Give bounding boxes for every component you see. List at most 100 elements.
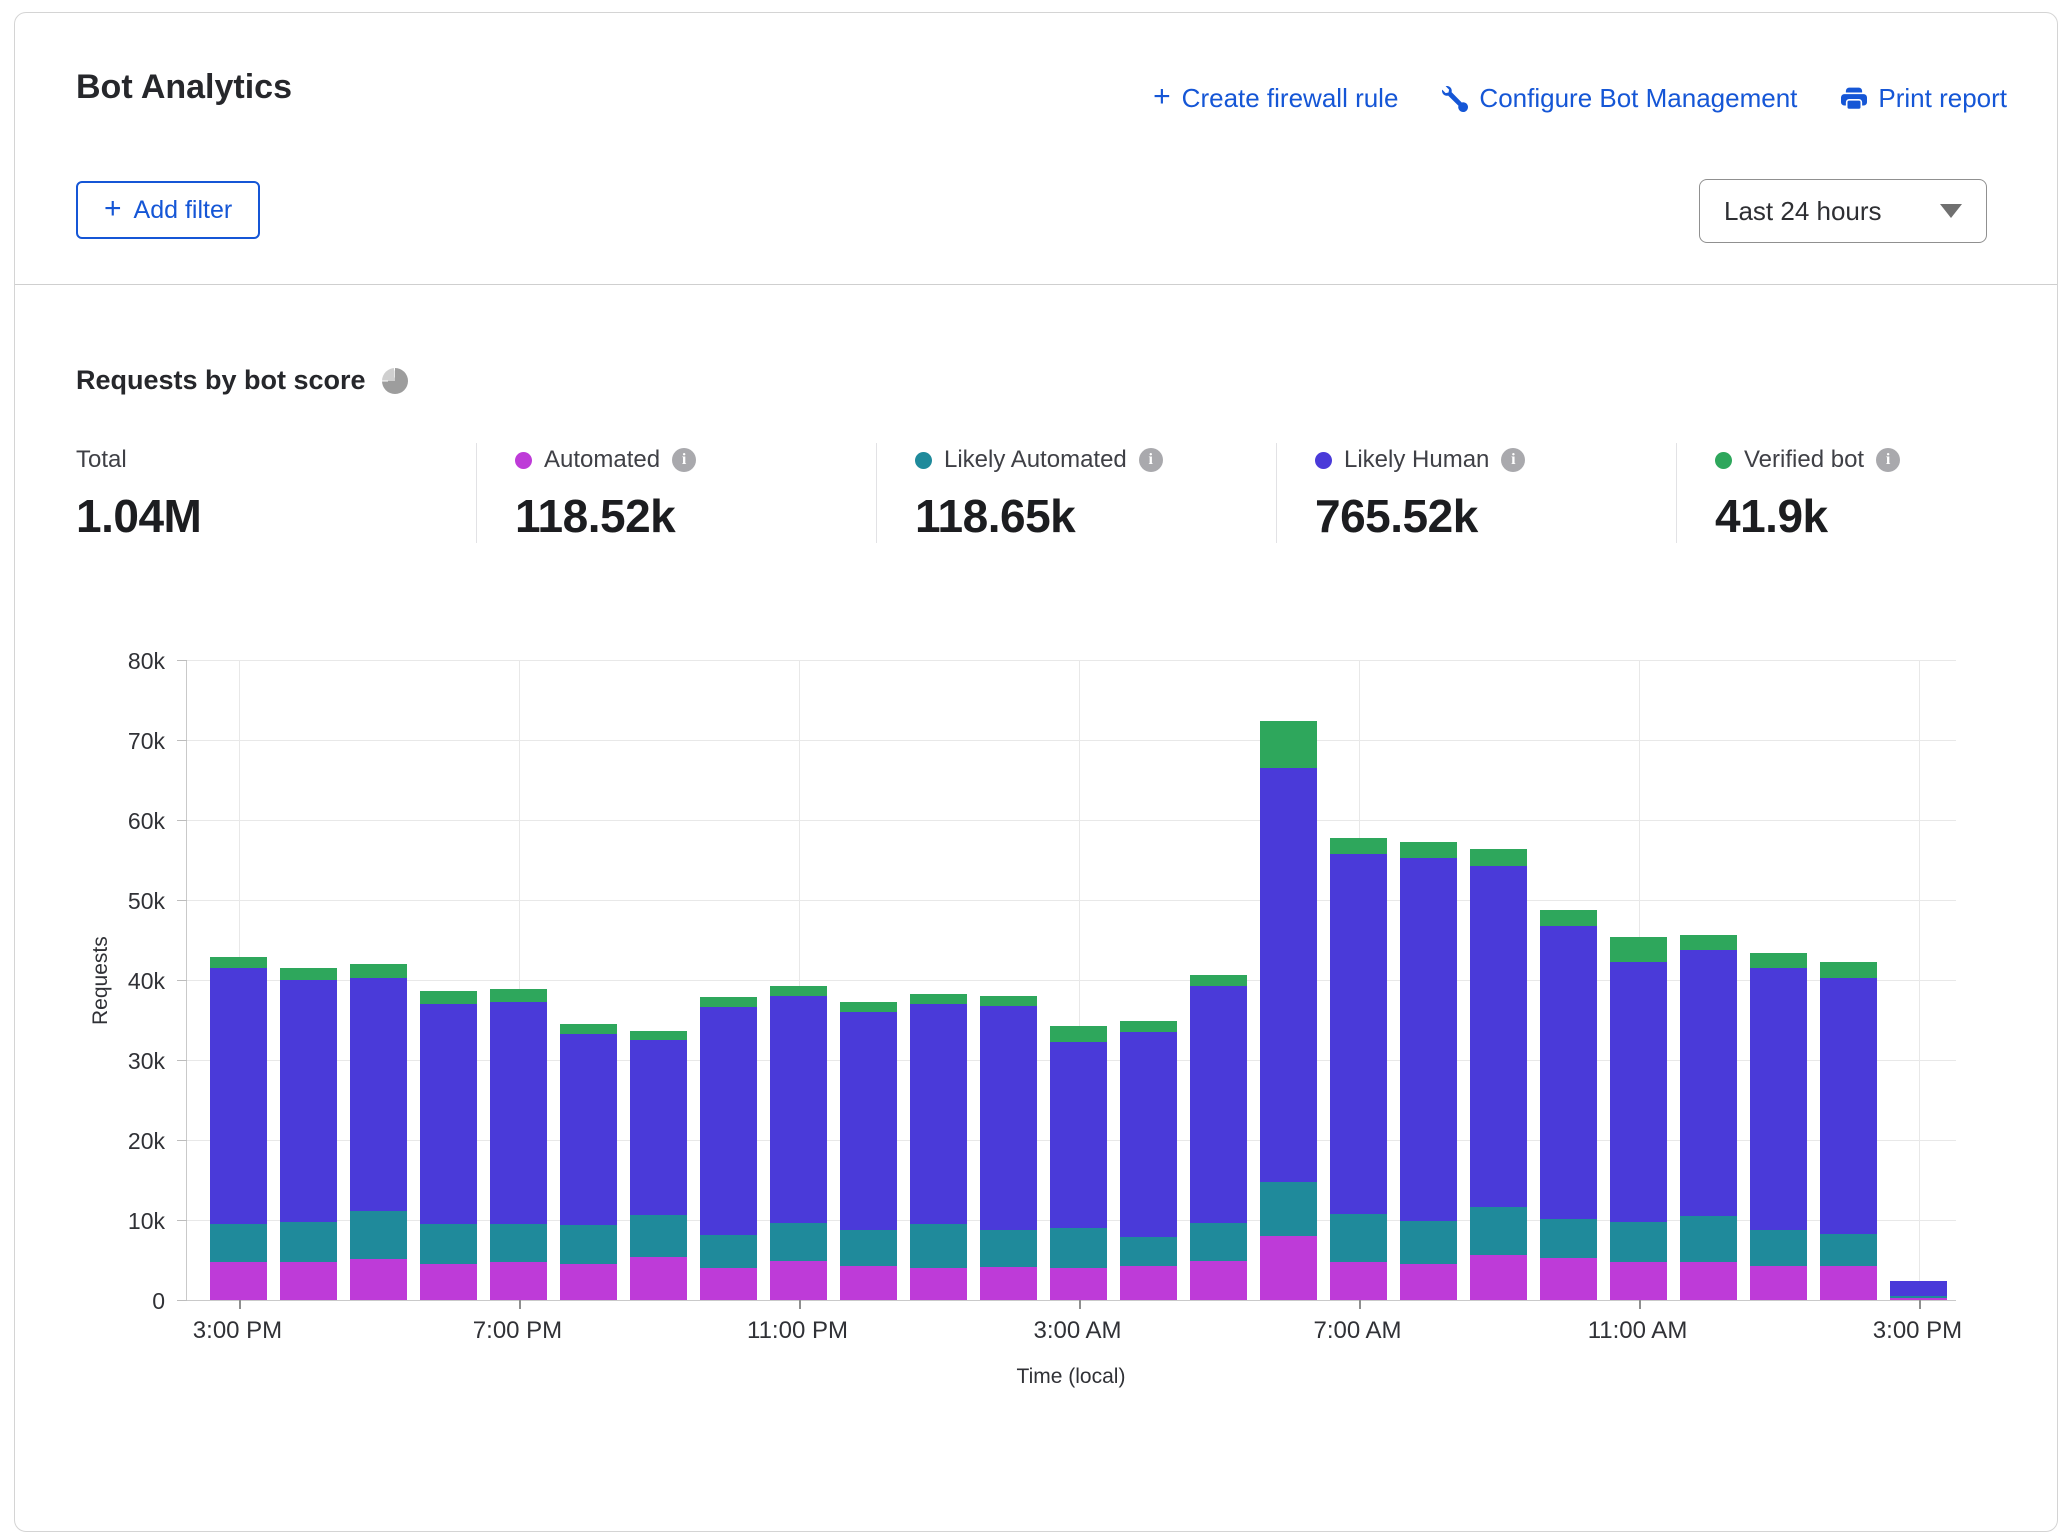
bar-segment-likely-automated [700, 1235, 757, 1269]
stat-automated: Automated i 118.52k [476, 443, 876, 543]
bar-segment-likely-automated [770, 1223, 827, 1261]
bar [910, 994, 967, 1300]
bar-segment-likely-human [1330, 854, 1387, 1214]
bar [980, 996, 1037, 1300]
y-tick [177, 660, 187, 661]
bar-segment-automated [280, 1262, 337, 1300]
bar-segment-likely-automated [910, 1224, 967, 1268]
y-gridline [187, 820, 1956, 821]
stat-verified-bot: Verified bot i 41.9k [1676, 443, 2070, 543]
bar [1190, 975, 1247, 1300]
bar-segment-verified-bot [1610, 937, 1667, 962]
stat-label: Verified bot [1744, 446, 1864, 474]
add-filter-label: Add filter [134, 196, 233, 225]
print-report-link[interactable]: Print report [1841, 83, 2007, 114]
x-axis-tick-label: 7:00 AM [1268, 1317, 1448, 1345]
plot-area [186, 661, 1956, 1301]
info-icon[interactable]: i [1139, 448, 1163, 472]
print-report-label: Print report [1878, 83, 2007, 114]
bar [1540, 910, 1597, 1300]
bar-segment-automated [210, 1262, 267, 1300]
bar [210, 957, 267, 1300]
y-tick [177, 1140, 187, 1141]
x-tick [1919, 1300, 1921, 1309]
bar [490, 989, 547, 1300]
info-icon[interactable]: i [1501, 448, 1525, 472]
likely-human-dot-icon [1315, 452, 1332, 469]
bar-segment-likely-automated [980, 1230, 1037, 1268]
bar-segment-automated [910, 1268, 967, 1300]
bar [840, 1002, 897, 1300]
bar-segment-likely-human [1680, 950, 1737, 1216]
bar-segment-verified-bot [280, 968, 337, 980]
likely-automated-dot-icon [915, 452, 932, 469]
bar-segment-likely-human [1470, 866, 1527, 1208]
create-firewall-rule-label: Create firewall rule [1182, 83, 1399, 114]
bot-analytics-card: Bot Analytics + Create firewall rule Con… [14, 12, 2058, 1532]
bar-segment-verified-bot [1400, 842, 1457, 859]
header-actions: + Create firewall rule Configure Bot Man… [1153, 83, 2007, 114]
bar-segment-likely-automated [1050, 1228, 1107, 1268]
bar-segment-likely-human [490, 1002, 547, 1224]
bar-segment-automated [350, 1259, 407, 1300]
configure-bot-management-link[interactable]: Configure Bot Management [1442, 83, 1797, 114]
bar-segment-likely-automated [1260, 1182, 1317, 1236]
bar-segment-likely-human [1260, 768, 1317, 1182]
bar-segment-likely-human [1890, 1281, 1947, 1296]
bar-segment-verified-bot [350, 964, 407, 978]
y-tick [177, 1300, 187, 1301]
bar-segment-likely-automated [1820, 1234, 1877, 1266]
wrench-icon [1442, 86, 1468, 112]
x-axis-tick-label: 11:00 PM [708, 1317, 888, 1345]
bar-segment-likely-human [280, 980, 337, 1222]
add-filter-button[interactable]: + Add filter [76, 181, 260, 239]
stat-label: Automated [544, 446, 660, 474]
bar [700, 997, 757, 1300]
time-range-value: Last 24 hours [1724, 196, 1882, 227]
bar [350, 964, 407, 1300]
bar-segment-automated [1120, 1266, 1177, 1300]
stat-value: 41.9k [1715, 489, 2070, 543]
y-gridline [187, 740, 1956, 741]
info-icon[interactable]: i [1876, 448, 1900, 472]
bar-segment-automated [1330, 1262, 1387, 1300]
bar [1260, 721, 1317, 1300]
bar-segment-automated [1610, 1262, 1667, 1300]
bar [1750, 953, 1807, 1300]
bar-segment-verified-bot [840, 1002, 897, 1012]
x-axis-title: Time (local) [186, 1365, 1956, 1389]
bar [1610, 937, 1667, 1300]
create-firewall-rule-link[interactable]: + Create firewall rule [1153, 83, 1398, 114]
bar-segment-likely-automated [1190, 1223, 1247, 1261]
bar-segment-verified-bot [1190, 975, 1247, 985]
bar-segment-likely-human [910, 1004, 967, 1224]
y-axis-tick-label: 40k [51, 967, 165, 995]
y-axis-tick-label: 70k [51, 727, 165, 755]
bar-segment-likely-automated [1680, 1216, 1737, 1262]
bar-segment-likely-automated [630, 1215, 687, 1257]
bar-segment-verified-bot [1540, 910, 1597, 926]
y-tick [177, 980, 187, 981]
bar-segment-automated [1820, 1266, 1877, 1300]
bar-segment-automated [1260, 1236, 1317, 1300]
bar-segment-likely-human [770, 996, 827, 1223]
y-tick [177, 900, 187, 901]
configure-bot-management-label: Configure Bot Management [1479, 83, 1797, 114]
bar [630, 1031, 687, 1300]
bar-segment-verified-bot [490, 989, 547, 1002]
bar-segment-likely-automated [280, 1222, 337, 1262]
bar-segment-automated [1680, 1262, 1737, 1300]
bar-segment-likely-human [1750, 968, 1807, 1230]
bar-segment-automated [980, 1267, 1037, 1300]
plus-icon: + [1153, 82, 1171, 112]
bar-segment-automated [700, 1268, 757, 1300]
time-range-select[interactable]: Last 24 hours [1699, 179, 1987, 243]
x-tick [519, 1300, 521, 1309]
bar-segment-likely-automated [1610, 1222, 1667, 1261]
bar-segment-automated [770, 1261, 827, 1300]
bar [1890, 1281, 1947, 1300]
bar-segment-automated [630, 1257, 687, 1300]
x-axis-tick-label: 3:00 PM [148, 1317, 328, 1345]
legend-stats-row: Total 1.04M Automated i 118.52k Likely A… [76, 443, 2070, 543]
info-icon[interactable]: i [672, 448, 696, 472]
